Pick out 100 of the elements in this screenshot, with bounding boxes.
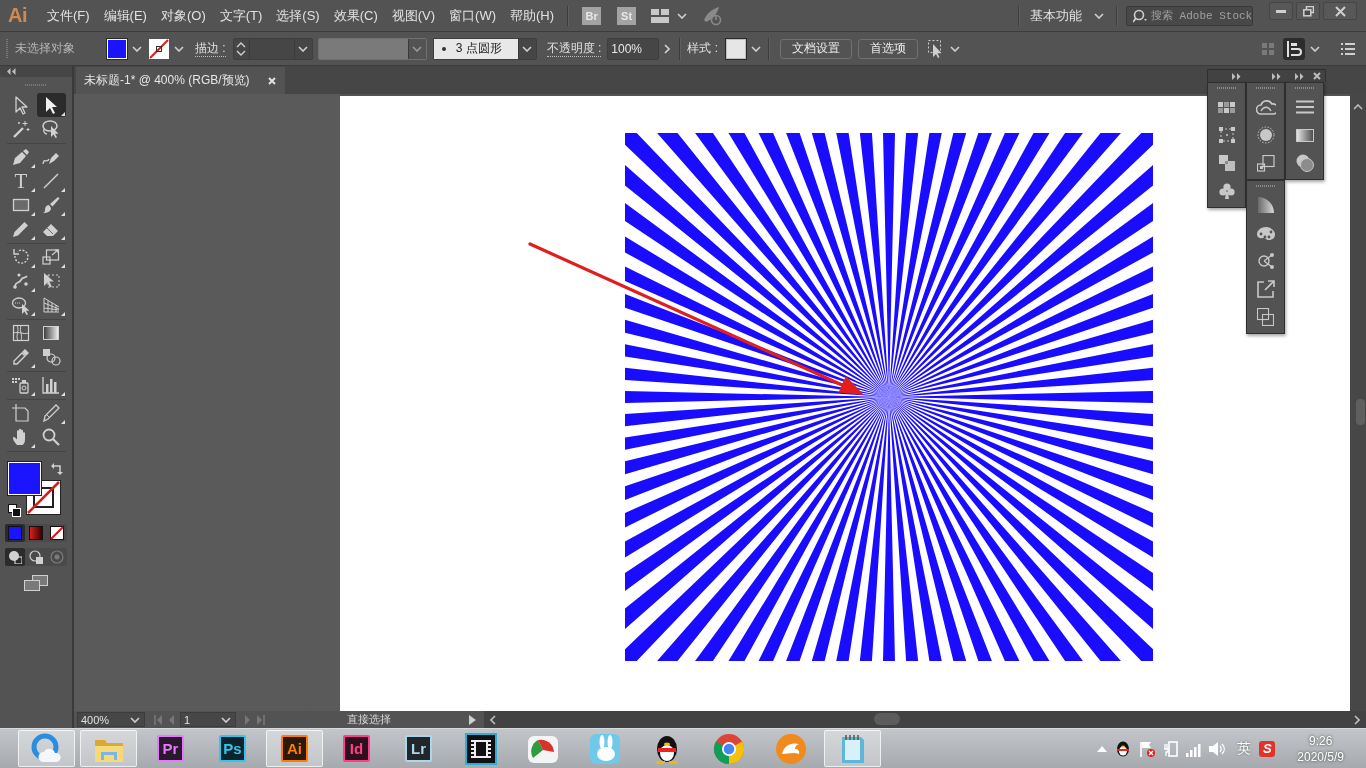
chevron-down-icon — [174, 45, 184, 52]
artboard-field[interactable]: 1 — [180, 712, 236, 727]
app-logo: Ai — [8, 4, 28, 27]
puppet-warp-icon — [11, 271, 31, 291]
fill-picker[interactable] — [107, 38, 142, 59]
flyout-triangle-icon — [30, 288, 35, 292]
taskbar-button[interactable]: Lr — [390, 730, 447, 767]
stacked-squares-icon[interactable] — [1257, 308, 1274, 326]
double-chevron-icon — [1295, 72, 1304, 80]
chevron-down-icon — [132, 45, 142, 52]
chevron-down-icon — [950, 45, 960, 52]
opacity-field[interactable]: 100% — [607, 37, 660, 60]
document-tab[interactable]: 未标题-1* @ 400% (RGB/预览) — [76, 67, 285, 94]
taskbar-button[interactable]: Id — [328, 730, 385, 767]
zoom-field[interactable]: 400% — [77, 712, 145, 727]
search-field[interactable]: 搜索 Adobe Stock — [1126, 5, 1253, 26]
toolbar-button[interactable]: 文档设置 — [780, 38, 852, 59]
node-links-icon[interactable] — [1256, 252, 1275, 270]
chevron-left-icon — [490, 714, 496, 725]
default-fill-stroke-icon[interactable] — [8, 504, 21, 517]
taskbar-button[interactable]: Ai — [266, 730, 323, 767]
scroll-thumb[interactable] — [874, 713, 900, 725]
window-layout-icon — [651, 8, 670, 23]
flyout-triangle-icon — [60, 392, 65, 396]
taskbar-button[interactable]: Ps — [204, 730, 261, 767]
no-fill-button[interactable] — [47, 524, 67, 542]
input-method-badge[interactable]: S — [1259, 740, 1276, 757]
transform-box-icon[interactable] — [1218, 127, 1235, 143]
type-tool[interactable]: T — [6, 169, 36, 193]
chevron-down-icon — [677, 12, 688, 19]
direct-selection-tool[interactable] — [36, 93, 66, 117]
menu-item[interactable]: 编辑(E) — [103, 4, 147, 27]
restore-button[interactable] — [1296, 2, 1320, 20]
overlapping-squares-icon[interactable] — [1218, 155, 1235, 171]
play-triangle-icon[interactable] — [469, 714, 476, 725]
brush-dropdown[interactable]: 3 点圆形 — [432, 37, 537, 60]
select-similar-button[interactable] — [928, 39, 960, 58]
close-button[interactable] — [1323, 2, 1357, 20]
selection-cursor-icon — [928, 39, 944, 58]
app-logo: Id — [343, 735, 370, 762]
horizontal-scrollbar[interactable] — [484, 711, 1366, 728]
menu-item[interactable]: 对象(O) — [160, 4, 206, 27]
chevron-up-icon[interactable] — [1353, 104, 1363, 110]
export-arrow-icon[interactable] — [1256, 280, 1275, 298]
penguin-icon[interactable] — [1115, 740, 1132, 757]
minimize-button[interactable] — [1269, 2, 1293, 20]
chevron-down-icon — [1310, 45, 1320, 52]
chevron-down-icon — [751, 45, 761, 52]
stroke-weight-field[interactable] — [232, 37, 313, 60]
scroll-thumb[interactable] — [1356, 399, 1365, 425]
draw-behind-button[interactable] — [26, 548, 46, 566]
overlapping-circles-icon[interactable] — [1295, 154, 1314, 172]
lasso-icon — [41, 119, 61, 139]
graphic-style-picker[interactable] — [726, 38, 761, 59]
artboard-icon — [11, 403, 31, 423]
menu-item[interactable]: 视图(V) — [391, 4, 436, 27]
menu-item[interactable]: 窗口(W) — [449, 4, 496, 27]
swatch-grid-icon[interactable] — [1218, 101, 1235, 113]
solid-fill-icon — [8, 526, 22, 540]
close-icon[interactable] — [1313, 72, 1321, 80]
stroke-picker[interactable] — [149, 38, 184, 59]
fill-swatch — [107, 38, 127, 59]
arrange-documents-button[interactable] — [651, 8, 688, 23]
menu-item[interactable]: 选择(S) — [276, 4, 320, 27]
nested-squares-icon[interactable] — [1256, 154, 1275, 172]
swap-arrows-icon[interactable] — [51, 462, 63, 475]
double-chevron-icon — [1232, 72, 1241, 80]
flag-error-icon[interactable] — [1139, 740, 1156, 757]
chevron-right-icon — [1354, 714, 1360, 725]
align-button[interactable] — [1283, 37, 1305, 60]
screen-mode-icon[interactable] — [24, 575, 48, 591]
vertical-scrollbar[interactable] — [1350, 94, 1366, 711]
three-lines-icon[interactable] — [1295, 100, 1314, 114]
menu-item[interactable]: 文字(T) — [219, 4, 263, 27]
taskbar-button[interactable]: Pr — [142, 730, 199, 767]
gradient-fill-button[interactable] — [26, 524, 46, 542]
close-icon — [1334, 5, 1346, 17]
gradient-rect-icon[interactable] — [1295, 128, 1314, 142]
menu-item[interactable]: 文件(F) — [47, 4, 90, 27]
menu-item[interactable]: 效果(C) — [333, 4, 378, 27]
fill-swatch[interactable] — [8, 462, 41, 495]
workspace-switcher[interactable]: 基本功能 — [1030, 6, 1104, 25]
flyout-triangle-icon — [30, 188, 35, 192]
close-icon[interactable] — [268, 76, 276, 85]
palette-icon[interactable] — [1256, 226, 1275, 240]
cloud-swirl-icon[interactable] — [1255, 99, 1276, 115]
chevron-down-icon — [130, 716, 140, 723]
shape-builder-icon — [11, 295, 31, 315]
menu-item[interactable]: 帮助(H) — [510, 4, 555, 27]
collapse-icon[interactable] — [7, 68, 16, 75]
club-icon[interactable] — [1218, 183, 1235, 199]
opacity-label[interactable]: 不透明度 : — [546, 40, 602, 57]
rabbit-app-icon — [588, 732, 621, 765]
dotted-circle-icon[interactable] — [1256, 126, 1275, 144]
toolbar-button[interactable]: 首选项 — [858, 38, 918, 59]
app-logo: Ai — [281, 735, 308, 762]
stroke-label[interactable]: 描边 : — [195, 40, 226, 57]
draw-normal-button[interactable] — [5, 548, 25, 566]
magic-wand-icon — [11, 119, 31, 139]
list-icon[interactable] — [1341, 42, 1355, 55]
